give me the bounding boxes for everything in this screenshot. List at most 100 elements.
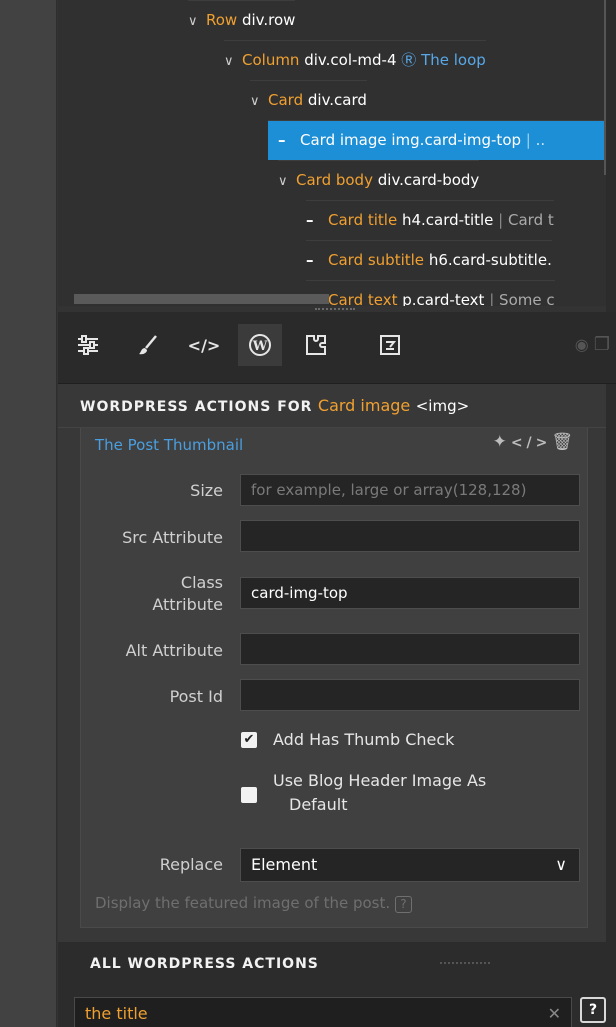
actions-search-input[interactable]: the title ✕ bbox=[74, 997, 572, 1027]
size-label: Size bbox=[190, 481, 223, 500]
use-blog-header-label-line1: Use Blog Header Image As bbox=[273, 771, 487, 790]
tree-node-selector: div.col-md-4 bbox=[304, 51, 397, 69]
leaf-dash-icon: – bbox=[306, 211, 314, 229]
action-icons: ✦</>🗑 bbox=[493, 432, 577, 452]
use-blog-header-row[interactable]: Use Blog Header Image As Default bbox=[241, 769, 581, 819]
toolbar-right-icons: ◉ ❐ bbox=[575, 334, 610, 355]
help-text-row: Display the featured image of the post. … bbox=[95, 894, 412, 913]
tree-row-card-image[interactable]: – Card image img.card-img-top | .. bbox=[268, 120, 606, 160]
code-icon[interactable]: </> bbox=[182, 324, 226, 366]
tree-node-kind: Card body bbox=[296, 171, 373, 189]
resize-grip[interactable] bbox=[440, 962, 490, 964]
alt-attribute-input[interactable] bbox=[240, 633, 580, 665]
wordpress-actions-panel: WORDPRESS ACTIONS FOR Card image <img> T… bbox=[58, 384, 606, 942]
tree-node-selector: div.row bbox=[241, 11, 296, 29]
all-wordpress-actions: ALL WORDPRESS ACTIONS the title ✕ ? bbox=[58, 942, 606, 1027]
chevron-down-icon[interactable]: ∨ bbox=[250, 83, 268, 121]
sliders-icon[interactable] bbox=[66, 324, 110, 366]
replace-select[interactable]: Element ∨ bbox=[240, 848, 580, 882]
post-id-label: Post Id bbox=[169, 687, 223, 706]
tree-row-card-text[interactable]: –Card text p.card-text | Some c bbox=[306, 280, 555, 306]
add-has-thumb-label: Add Has Thumb Check bbox=[273, 730, 455, 749]
tree-node-kind: Card title bbox=[328, 211, 398, 229]
wordpress-icon: Ⓡ bbox=[401, 51, 417, 69]
tree-node-selector: div.card bbox=[307, 91, 367, 109]
use-blog-header-label: Use Blog Header Image As Default bbox=[273, 769, 573, 817]
size-input[interactable]: for example, large or array(128,128) bbox=[240, 474, 580, 506]
tree-node-selector: h4.card-title bbox=[401, 211, 494, 229]
actions-search-value: the title bbox=[85, 1004, 148, 1023]
panel-element-name: Card image bbox=[317, 396, 411, 415]
magic-wand-icon[interactable]: ✦ bbox=[493, 432, 511, 452]
class-attribute-label: Class Attribute bbox=[85, 572, 223, 616]
tree-node-preview: Card t bbox=[508, 211, 554, 229]
post-id-input[interactable] bbox=[240, 679, 580, 711]
right-scroll-strip[interactable] bbox=[606, 0, 616, 1027]
src-attribute-label: Src Attribute bbox=[122, 528, 223, 547]
help-button[interactable]: ? bbox=[580, 997, 606, 1023]
panel-element-tag: <img> bbox=[415, 397, 470, 415]
component-icon[interactable] bbox=[368, 324, 412, 366]
eye-icon[interactable]: ◉ bbox=[575, 335, 589, 354]
chevron-down-icon[interactable]: ∨ bbox=[555, 849, 567, 881]
tree-node-kind: Card bbox=[268, 91, 304, 109]
element-tree: ∨ Row div.row ∨ Column div.col-md-4 Ⓡ The … bbox=[58, 0, 606, 306]
action-post-thumbnail: The Post Thumbnail ✦</>🗑 Size for exampl… bbox=[80, 428, 588, 928]
tree-node-separator: | bbox=[525, 131, 531, 149]
left-panel-strip bbox=[0, 0, 57, 1027]
all-actions-heading: ALL WORDPRESS ACTIONS bbox=[90, 956, 319, 972]
replace-label: Replace bbox=[159, 855, 223, 874]
tree-node-kind: Row bbox=[206, 11, 238, 29]
tree-node-separator: | bbox=[498, 211, 504, 229]
tree-row-card[interactable]: ∨ Card div.card bbox=[250, 80, 367, 120]
puzzle-icon[interactable] bbox=[294, 324, 338, 366]
tree-row-card-subtitle[interactable]: – Card subtitle h6.card-subtitle. bbox=[306, 240, 552, 280]
panel-heading-prefix: WORDPRESS ACTIONS FOR bbox=[80, 399, 313, 415]
tree-row-column[interactable]: ∨ Column div.col-md-4 Ⓡ The loop bbox=[224, 40, 486, 80]
tree-node-selector: div.card-body bbox=[377, 171, 480, 189]
chevron-down-icon[interactable]: ∨ bbox=[188, 3, 206, 41]
close-icon[interactable]: ✕ bbox=[548, 998, 561, 1027]
svg-text:W: W bbox=[252, 339, 268, 354]
brush-icon[interactable] bbox=[126, 324, 170, 366]
tree-node-kind: Card text bbox=[328, 291, 398, 306]
app-root: ∨ Row div.row ∨ Column div.col-md-4 Ⓡ The … bbox=[0, 0, 616, 1027]
class-label-line1: Class bbox=[180, 573, 223, 592]
replace-select-value: Element bbox=[251, 855, 318, 874]
action-help-text: Display the featured image of the post. bbox=[95, 894, 391, 912]
chevron-down-icon[interactable]: ∨ bbox=[224, 43, 242, 81]
tree-node-kind: Card image bbox=[300, 131, 387, 149]
leaf-dash-icon: – bbox=[278, 131, 286, 149]
add-has-thumb-check-row[interactable]: ✔ Add Has Thumb Check bbox=[241, 728, 581, 752]
tree-row-card-title[interactable]: – Card title h4.card-title | Card t bbox=[306, 200, 554, 240]
trash-icon[interactable]: 🗑 bbox=[551, 432, 577, 452]
tree-node-wp-action: The loop bbox=[421, 51, 486, 69]
add-has-thumb-checkbox[interactable]: ✔ bbox=[241, 732, 257, 748]
panel-toolbar: </> W ◉ ❐ bbox=[58, 312, 616, 384]
panel-heading: WORDPRESS ACTIONS FOR Card image <img> bbox=[58, 384, 606, 428]
tree-node-selector: p.card-text bbox=[402, 291, 485, 306]
window-icon[interactable]: ❐ bbox=[594, 334, 610, 355]
use-blog-header-label-line2: Default bbox=[289, 795, 348, 814]
tree-row-card-body[interactable]: ∨ Card body div.card-body bbox=[278, 160, 480, 201]
tree-node-preview: Some c bbox=[499, 291, 555, 306]
class-label-line2: Attribute bbox=[152, 595, 223, 614]
vertical-scrollbar[interactable] bbox=[604, 0, 606, 175]
tree-node-kind: Card subtitle bbox=[328, 251, 425, 269]
tree-row-row[interactable]: ∨ Row div.row bbox=[188, 0, 296, 41]
leaf-dash-icon: – bbox=[306, 251, 314, 269]
tree-node-separator: | bbox=[489, 291, 495, 306]
tree-node-kind: Column bbox=[242, 51, 300, 69]
help-icon[interactable]: ? bbox=[394, 896, 412, 913]
class-attribute-input[interactable]: card-img-top bbox=[240, 577, 580, 609]
chevron-down-icon[interactable]: ∨ bbox=[278, 163, 296, 201]
alt-attribute-label: Alt Attribute bbox=[125, 641, 223, 660]
src-attribute-input[interactable] bbox=[240, 520, 580, 552]
tree-node-selector: h6.card-subtitle. bbox=[428, 251, 552, 269]
wordpress-icon[interactable]: W bbox=[238, 324, 282, 366]
action-title[interactable]: The Post Thumbnail bbox=[95, 436, 243, 454]
horizontal-scrollbar[interactable] bbox=[74, 294, 329, 304]
tree-node-selector: img.card-img-top bbox=[391, 131, 522, 149]
code-icon[interactable]: </> bbox=[511, 435, 552, 451]
use-blog-header-checkbox[interactable] bbox=[241, 787, 257, 803]
